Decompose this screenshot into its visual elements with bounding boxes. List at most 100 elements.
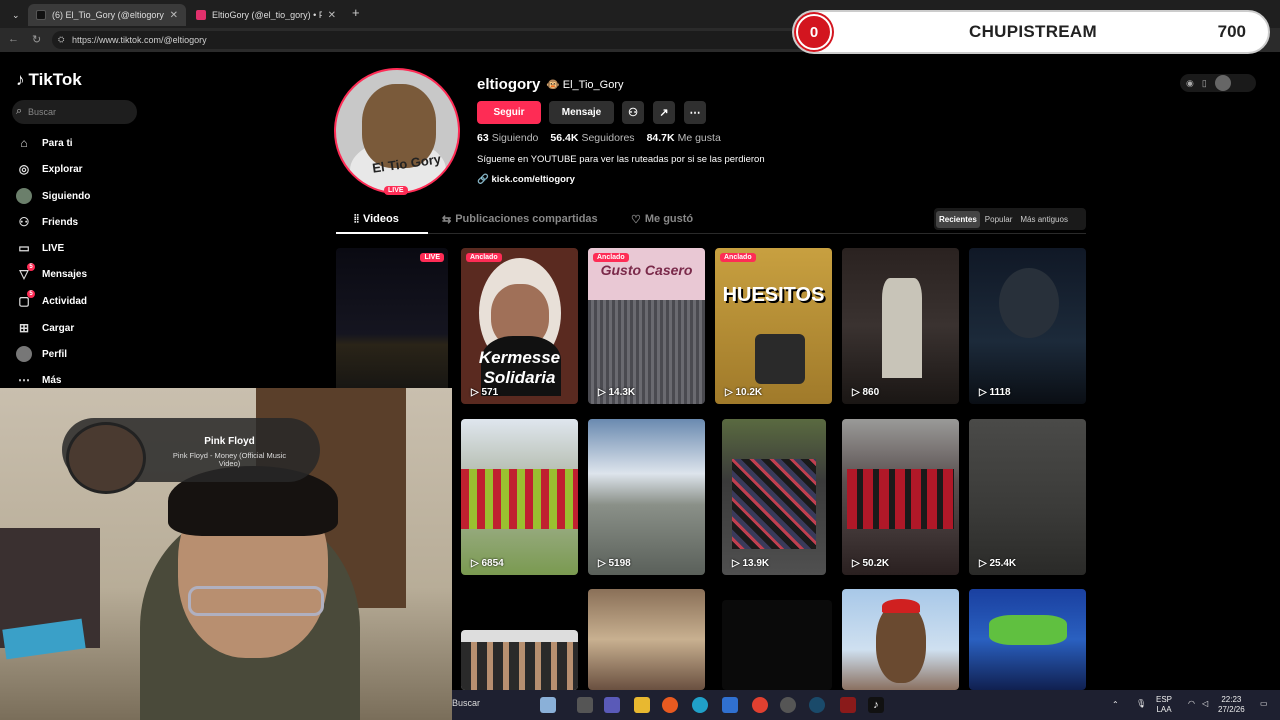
sidebar-item-label: Friends: [42, 216, 79, 228]
profile-link[interactable]: 🔗 kick.com/eltiogory: [477, 174, 575, 185]
file-explorer-icon[interactable]: [634, 697, 650, 713]
back-icon[interactable]: ←: [8, 33, 19, 45]
sort-popular[interactable]: Popular: [982, 211, 1016, 228]
more-options-button[interactable]: ⋯: [684, 101, 706, 124]
profile-stats: 63 Siguiendo 56.4K Seguidores 84.7K Me gust…: [477, 132, 721, 144]
profile-avatar[interactable]: El Tio Gory: [334, 68, 460, 194]
chrome-icon[interactable]: [752, 697, 768, 713]
video-card[interactable]: [722, 600, 832, 690]
video-card[interactable]: ▷ 13.9K: [722, 419, 826, 575]
video-card[interactable]: [842, 589, 959, 690]
stat-label: Me gusta: [677, 132, 721, 144]
clock-date: 27/2/26: [1218, 704, 1245, 714]
share-button[interactable]: ↗: [653, 101, 675, 124]
sidebar-item-friends[interactable]: ⚇ Friends: [16, 211, 79, 233]
live-badge[interactable]: LIVE: [384, 186, 408, 195]
tab-videos[interactable]: ⦙⦙ Videos: [354, 213, 399, 226]
video-card[interactable]: ▷ 5198: [588, 419, 705, 575]
edge-icon[interactable]: [692, 697, 708, 713]
track-artist: Pink Floyd: [204, 436, 255, 447]
sort-oldest[interactable]: Más antiguos: [1017, 211, 1071, 228]
video-card[interactable]: Gusto Casero Anclado ▷ 14.3K: [588, 248, 705, 404]
video-card[interactable]: HUESITOS Anclado ▷ 10.2K: [715, 248, 832, 404]
coins-icon[interactable]: ◉: [1186, 78, 1194, 89]
sidebar-item-actividad[interactable]: ▢ 5 Actividad: [16, 290, 87, 312]
wifi-icon[interactable]: ◠: [1188, 699, 1195, 709]
stat-followers[interactable]: 56.4K Seguidores: [550, 132, 634, 144]
sidebar-item-label: Mensajes: [42, 268, 88, 280]
outlook-icon[interactable]: [722, 697, 738, 713]
new-tab-button[interactable]: +: [352, 5, 360, 20]
add-friend-button[interactable]: ⚇: [622, 101, 644, 124]
tray-chevron-icon[interactable]: ⌃: [1112, 700, 1119, 710]
stat-value: 63: [477, 132, 489, 144]
close-icon[interactable]: ✕: [170, 10, 178, 21]
video-card[interactable]: ▷ 860: [842, 248, 959, 404]
video-thumb-figure: [882, 278, 922, 378]
taskbar-search[interactable]: Buscar: [452, 698, 480, 708]
nickname-text: El_Tio_Gory: [562, 79, 624, 91]
clock-time: 22:23: [1221, 695, 1242, 704]
sidebar-item-label: Más: [42, 374, 62, 386]
video-card[interactable]: ▷ 50.2K: [842, 419, 959, 575]
keyboard-layout: LAA: [1156, 704, 1172, 714]
sort-selector: Recientes Popular Más antiguos: [934, 208, 1086, 230]
avatar-icon: [16, 188, 32, 204]
search-input[interactable]: ⌕ Buscar: [12, 100, 137, 124]
stream-name: CHUPISTREAM: [969, 22, 1097, 41]
steam-icon[interactable]: [809, 697, 825, 713]
task-view-icon[interactable]: [577, 697, 593, 713]
video-card[interactable]: LIVE: [336, 248, 448, 404]
tiktok-icon[interactable]: ♪: [868, 697, 884, 713]
clock[interactable]: 22:23 27/2/26: [1218, 695, 1245, 714]
profile-nickname: 🐵 El_Tio_Gory: [546, 78, 624, 91]
view-count-value: 6854: [481, 558, 504, 569]
app-icon[interactable]: [780, 697, 796, 713]
sidebar-item-cargar[interactable]: ⊞ Cargar: [16, 317, 74, 339]
sidebar-item-label: Cargar: [42, 322, 75, 334]
video-card[interactable]: ▷ 25.4K: [969, 419, 1086, 575]
video-thumb-group: [461, 642, 578, 690]
language-indicator[interactable]: ESP LAA: [1156, 695, 1172, 714]
sidebar-item-mensajes[interactable]: ▽ 5 Mensajes: [16, 263, 87, 285]
video-card[interactable]: ▷ 1118: [969, 248, 1086, 404]
tab-instagram[interactable]: EltioGory (@el_tio_gory) • Fotos y video…: [188, 4, 344, 26]
sidebar-item-siguiendo[interactable]: Siguiendo: [16, 185, 90, 207]
sidebar-item-perfil[interactable]: Perfil: [16, 343, 67, 365]
video-card[interactable]: [588, 589, 705, 690]
video-card[interactable]: [461, 630, 578, 690]
stat-following[interactable]: 63 Siguiendo: [477, 132, 538, 144]
tab-tiktok[interactable]: (6) El_Tio_Gory (@eltiogory) | TikTok ✕: [28, 4, 186, 26]
site-info-icon[interactable]: ⛭: [58, 35, 64, 45]
tab-reposts[interactable]: ⇆ Publicaciones compartidas: [442, 213, 598, 226]
teams-icon[interactable]: [604, 697, 620, 713]
microphone-icon[interactable]: 🎙: [1136, 699, 1146, 709]
tiktok-favicon-icon: [36, 10, 46, 20]
sidebar-item-explorar[interactable]: ◎ Explorar: [16, 158, 83, 180]
tab-list-button[interactable]: ⌄: [4, 4, 26, 26]
compass-icon: ◎: [18, 162, 30, 176]
follow-button[interactable]: Seguir: [477, 101, 541, 124]
sidebar-item-live[interactable]: ▭ LIVE: [16, 237, 64, 259]
widget-icon[interactable]: [540, 697, 556, 713]
firefox-icon[interactable]: [662, 697, 678, 713]
sidebar-item-para-ti[interactable]: ⌂ Para ti: [16, 132, 72, 154]
user-avatar[interactable]: [1214, 75, 1231, 91]
view-count: ▷ 25.4K: [979, 558, 1017, 569]
sort-recent[interactable]: Recientes: [936, 210, 980, 228]
close-icon[interactable]: ✕: [328, 10, 336, 21]
view-count-value: 10.2K: [735, 387, 763, 398]
video-caption: Kermesse Solidaria: [478, 348, 561, 387]
notification-icon[interactable]: ▭: [1260, 699, 1268, 709]
video-card[interactable]: [969, 589, 1086, 690]
tiktok-logo[interactable]: ♪ TikTok: [16, 70, 82, 90]
video-card[interactable]: ▷ 6854: [461, 419, 578, 575]
reload-icon[interactable]: ↻: [32, 33, 41, 46]
message-button[interactable]: Mensaje: [549, 101, 614, 124]
app-icon[interactable]: [840, 697, 856, 713]
device-icon[interactable]: ▯: [1202, 78, 1207, 89]
tab-liked[interactable]: ♡ Me gustó: [631, 213, 693, 226]
volume-icon[interactable]: ◁: [1202, 699, 1208, 709]
video-card[interactable]: Kermesse Solidaria Anclado ▷ 571: [461, 248, 578, 404]
goal-target: 700: [1217, 22, 1246, 41]
